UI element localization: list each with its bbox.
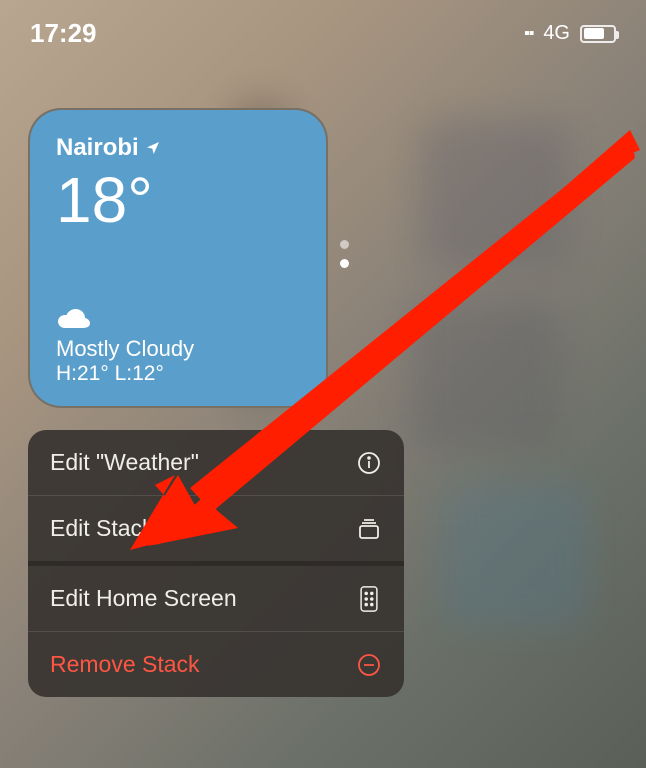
info-icon bbox=[356, 450, 382, 476]
menu-edit-home[interactable]: Edit Home Screen bbox=[28, 561, 404, 631]
weather-location: Nairobi bbox=[56, 134, 139, 162]
weather-widget[interactable]: Nairobi 18° Mostly Cloudy H:21° L:12° bbox=[28, 108, 328, 408]
pager-dot bbox=[340, 240, 349, 249]
menu-edit-stack[interactable]: Edit Stack bbox=[28, 495, 404, 561]
menu-edit-weather[interactable]: Edit "Weather" bbox=[28, 430, 404, 495]
network-label: 4G bbox=[543, 22, 570, 45]
menu-remove-stack[interactable]: Remove Stack bbox=[28, 631, 404, 697]
menu-label: Edit "Weather" bbox=[50, 449, 199, 476]
pager-dot-active bbox=[340, 259, 349, 268]
status-time: 17:29 bbox=[30, 18, 97, 49]
weather-condition: Mostly Cloudy bbox=[56, 336, 194, 362]
stack-icon bbox=[356, 516, 382, 542]
context-menu: Edit "Weather" Edit Stack Edit Home Scre… bbox=[28, 430, 404, 697]
location-arrow-icon bbox=[145, 140, 161, 156]
cloud-icon bbox=[56, 308, 90, 332]
menu-label: Edit Stack bbox=[50, 515, 154, 542]
battery-icon bbox=[580, 25, 616, 43]
phone-grid-icon bbox=[356, 586, 382, 612]
stack-pager[interactable] bbox=[340, 240, 349, 268]
sim-indicator-icon: ▪▪ bbox=[524, 25, 533, 43]
weather-location-row: Nairobi bbox=[56, 134, 300, 162]
remove-icon bbox=[356, 652, 382, 678]
weather-temperature: 18° bbox=[56, 168, 300, 232]
status-right: ▪▪ 4G bbox=[524, 22, 616, 45]
menu-label: Remove Stack bbox=[50, 651, 200, 678]
menu-label: Edit Home Screen bbox=[50, 585, 237, 612]
weather-high-low: H:21° L:12° bbox=[56, 362, 194, 386]
status-bar: 17:29 ▪▪ 4G bbox=[0, 18, 646, 49]
